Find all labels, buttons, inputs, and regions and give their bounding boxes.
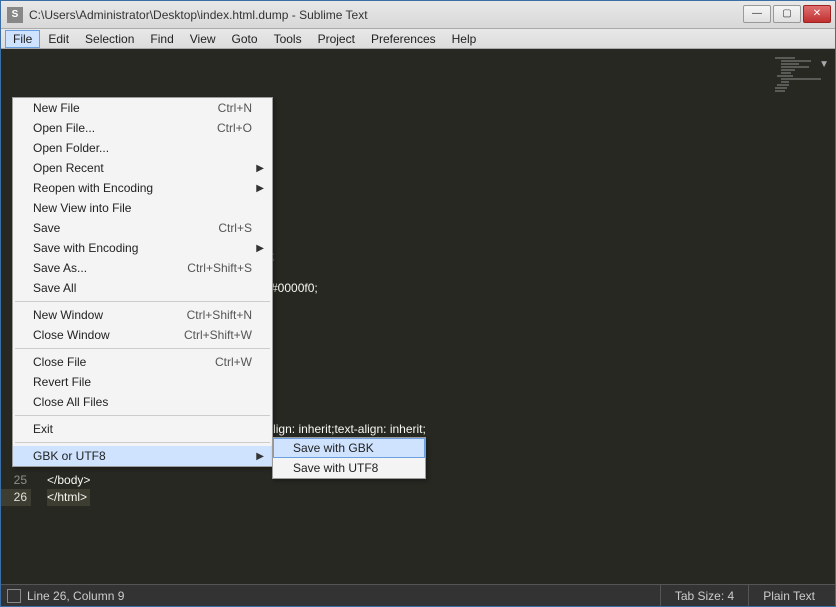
submenu-item-save-with-utf8[interactable]: Save with UTF8	[273, 458, 425, 478]
menu-item-shortcut: Ctrl+N	[218, 101, 252, 115]
menu-item-revert-file[interactable]: Revert File	[13, 372, 272, 392]
menu-item-save[interactable]: SaveCtrl+S	[13, 218, 272, 238]
menubar-item-goto[interactable]: Goto	[224, 30, 266, 48]
menubar-item-selection[interactable]: Selection	[77, 30, 142, 48]
menubar-item-tools[interactable]: Tools	[266, 30, 310, 48]
menubar-item-edit[interactable]: Edit	[40, 30, 77, 48]
menu-item-open-recent[interactable]: Open Recent ▶	[13, 158, 272, 178]
menu-item-label: New View into File	[33, 201, 252, 215]
menu-item-label: Close Window	[33, 328, 184, 342]
code-text: </html>	[47, 490, 87, 504]
status-syntax[interactable]: Plain Text	[748, 585, 829, 606]
minimize-button[interactable]: —	[743, 5, 771, 23]
editor-area[interactable]: ▼ 212223242526 ; #0000f0; <div> text-ali…	[1, 49, 835, 584]
menubar-item-file[interactable]: File	[5, 30, 40, 48]
menu-item-label: Open File...	[33, 121, 217, 135]
menu-item-gbk-or-utf8[interactable]: GBK or UTF8 ▶	[13, 446, 272, 466]
menu-item-save-with-encoding[interactable]: Save with Encoding ▶	[13, 238, 272, 258]
menu-item-exit[interactable]: Exit	[13, 419, 272, 439]
submenu-arrow-icon: ▶	[256, 183, 264, 194]
menu-separator	[15, 348, 270, 349]
menu-item-label: Revert File	[33, 375, 252, 389]
menu-item-shortcut: Ctrl+Shift+S	[187, 261, 252, 275]
menu-item-shortcut: Ctrl+Shift+N	[187, 308, 252, 322]
menu-separator	[15, 301, 270, 302]
submenu-arrow-icon: ▶	[256, 163, 264, 174]
menu-item-new-view-into-file[interactable]: New View into File	[13, 198, 272, 218]
tab-dropdown-icon[interactable]: ▼	[819, 59, 829, 70]
app-icon	[7, 7, 23, 23]
line-number: 25	[1, 472, 31, 489]
status-position[interactable]: Line 26, Column 9	[27, 589, 660, 603]
menu-item-open-file-[interactable]: Open File...Ctrl+O	[13, 118, 272, 138]
code-line: </body>	[47, 472, 90, 489]
menubar: FileEditSelectionFindViewGotoToolsProjec…	[1, 29, 835, 49]
menu-separator	[15, 415, 270, 416]
menu-item-close-all-files[interactable]: Close All Files	[13, 392, 272, 412]
menu-item-save-all[interactable]: Save All	[13, 278, 272, 298]
menu-item-label: Close File	[33, 355, 215, 369]
window-controls: — ▢ ✕	[743, 5, 831, 25]
menu-separator	[15, 442, 270, 443]
menu-item-label: New File	[33, 101, 218, 115]
menu-item-label: Open Recent	[33, 161, 252, 175]
menu-item-label: Reopen with Encoding	[33, 181, 252, 195]
menu-item-close-window[interactable]: Close WindowCtrl+Shift+W	[13, 325, 272, 345]
menu-item-shortcut: Ctrl+O	[217, 121, 252, 135]
line-number: 26	[1, 489, 31, 506]
code-line-current: </html>	[47, 489, 90, 506]
menu-item-open-folder-[interactable]: Open Folder...	[13, 138, 272, 158]
menu-item-label: Close All Files	[33, 395, 252, 409]
close-button[interactable]: ✕	[803, 5, 831, 23]
code-fragment: #0000f0;	[271, 280, 318, 297]
menubar-item-help[interactable]: Help	[444, 30, 485, 48]
menu-item-shortcut: Ctrl+W	[215, 355, 252, 369]
submenu-arrow-icon: ▶	[256, 243, 264, 254]
menu-item-label: Save with Encoding	[33, 241, 252, 255]
menu-item-label: Save All	[33, 281, 252, 295]
app-window: C:\Users\Administrator\Desktop\index.htm…	[0, 0, 836, 607]
menu-item-label: GBK or UTF8	[33, 449, 252, 463]
menu-item-new-file[interactable]: New FileCtrl+N	[13, 98, 272, 118]
status-tabsize[interactable]: Tab Size: 4	[660, 585, 748, 606]
menu-item-shortcut: Ctrl+S	[218, 221, 252, 235]
menu-item-shortcut: Ctrl+Shift+W	[184, 328, 252, 342]
statusbar: Line 26, Column 9 Tab Size: 4 Plain Text	[1, 584, 835, 606]
menu-item-label: Save	[33, 221, 218, 235]
menu-item-new-window[interactable]: New WindowCtrl+Shift+N	[13, 305, 272, 325]
gbk-utf8-submenu: Save with GBKSave with UTF8	[272, 437, 426, 479]
menu-item-save-as-[interactable]: Save As...Ctrl+Shift+S	[13, 258, 272, 278]
menu-item-reopen-with-encoding[interactable]: Reopen with Encoding ▶	[13, 178, 272, 198]
menubar-item-project[interactable]: Project	[310, 30, 363, 48]
menu-item-close-file[interactable]: Close FileCtrl+W	[13, 352, 272, 372]
file-menu-dropdown: New FileCtrl+NOpen File...Ctrl+OOpen Fol…	[12, 97, 273, 467]
menubar-item-view[interactable]: View	[182, 30, 224, 48]
status-icon[interactable]	[7, 589, 21, 603]
menu-item-label: Open Folder...	[33, 141, 252, 155]
menubar-item-preferences[interactable]: Preferences	[363, 30, 444, 48]
titlebar: C:\Users\Administrator\Desktop\index.htm…	[1, 1, 835, 29]
titlebar-text: C:\Users\Administrator\Desktop\index.htm…	[29, 8, 743, 22]
menubar-item-find[interactable]: Find	[142, 30, 181, 48]
submenu-arrow-icon: ▶	[256, 451, 264, 462]
submenu-item-save-with-gbk[interactable]: Save with GBK	[273, 438, 425, 458]
maximize-button[interactable]: ▢	[773, 5, 801, 23]
menu-item-label: New Window	[33, 308, 187, 322]
menu-item-label: Exit	[33, 422, 252, 436]
menu-item-label: Save As...	[33, 261, 187, 275]
